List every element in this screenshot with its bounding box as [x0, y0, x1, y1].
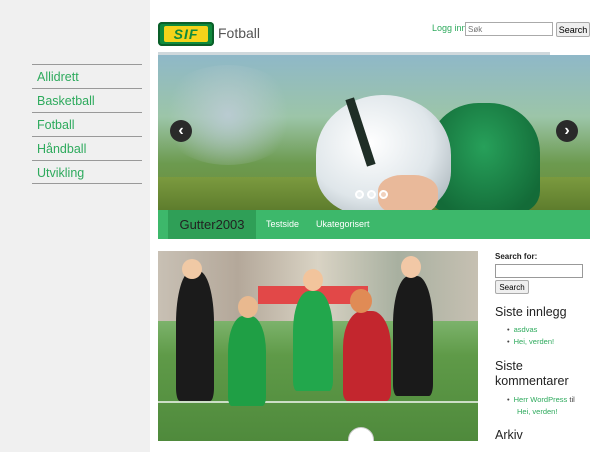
photo-player-1-head — [238, 296, 258, 318]
photo-player-4-head — [401, 256, 421, 278]
photo-player-1 — [228, 316, 266, 406]
list-item: Hei, verden! — [507, 406, 575, 418]
list-item: • asdvas — [507, 324, 554, 336]
sidebar-item-fotball[interactable]: Fotball — [32, 112, 142, 136]
widget-recent-posts-title: Siste innlegg — [495, 305, 567, 319]
photo-player-3 — [343, 311, 391, 401]
recent-comments-title-line1: Siste — [495, 359, 523, 373]
widget-search-button[interactable]: Search — [495, 280, 529, 294]
list-item: • Herr WordPress til — [507, 394, 575, 406]
slider-prev-arrow-icon[interactable]: ‹ — [170, 120, 192, 142]
header-search-input[interactable] — [465, 22, 553, 36]
photo-player-2-head — [303, 269, 323, 291]
photo-field-line — [158, 401, 478, 403]
logo-badge: SIF — [164, 26, 208, 42]
bullet-icon: • — [507, 337, 510, 346]
site-title[interactable]: Fotball — [218, 25, 260, 41]
bullet-icon: • — [507, 395, 510, 404]
slider-dot-2[interactable] — [367, 190, 376, 199]
sidebar-item-utvikling[interactable]: Utvikling — [32, 160, 142, 184]
widget-search-label: Search for: — [495, 252, 538, 261]
header-search-button[interactable]: Search — [556, 22, 590, 37]
nav-current-category[interactable]: Gutter2003 — [168, 210, 256, 239]
widget-archive-title: Arkiv — [495, 428, 523, 442]
photo-player-3-head — [350, 289, 372, 313]
photo-player-4 — [393, 276, 433, 396]
slider-pagination — [355, 186, 391, 204]
photo-ball — [348, 427, 374, 441]
recent-posts-list: • asdvas • Hei, verden! — [507, 324, 554, 348]
comment-author-link[interactable]: Herr WordPress — [514, 395, 568, 404]
slider-background-blur — [158, 65, 298, 165]
sidebar-nav: Allidrett Basketball Fotball Håndball Ut… — [32, 64, 142, 184]
widget-recent-comments-title: Siste kommentarer — [495, 359, 569, 389]
slider-dot-1[interactable] — [355, 190, 364, 199]
site-logo[interactable]: SIF — [158, 22, 214, 46]
featured-photo[interactable] — [158, 251, 478, 441]
nav-link-testside[interactable]: Testside — [266, 210, 299, 239]
list-item: • Hei, verden! — [507, 336, 554, 348]
recent-post-link[interactable]: asdvas — [514, 325, 538, 334]
sidebar-item-handball[interactable]: Håndball — [32, 136, 142, 160]
widget-search-input[interactable] — [495, 264, 583, 278]
bullet-icon: • — [507, 325, 510, 334]
comment-connector: til — [569, 395, 575, 404]
recent-comments-title-line2: kommentarer — [495, 374, 569, 388]
recent-comments-list: • Herr WordPress til Hei, verden! — [507, 394, 575, 418]
photo-referee-head — [182, 259, 202, 279]
recent-post-link[interactable]: Hei, verden! — [514, 337, 554, 346]
slider-next-arrow-icon[interactable]: › — [556, 120, 578, 142]
login-link[interactable]: Logg inn — [432, 23, 467, 33]
comment-post-link[interactable]: Hei, verden! — [517, 407, 557, 416]
photo-referee — [176, 271, 214, 401]
sidebar-item-allidrett[interactable]: Allidrett — [32, 64, 142, 88]
category-nav: Gutter2003 Testside Ukategorisert — [158, 210, 590, 239]
nav-link-ukategorisert[interactable]: Ukategorisert — [316, 210, 370, 239]
photo-player-2 — [293, 291, 333, 391]
sidebar-item-basketball[interactable]: Basketball — [32, 88, 142, 112]
slider-dot-3[interactable] — [379, 190, 388, 199]
